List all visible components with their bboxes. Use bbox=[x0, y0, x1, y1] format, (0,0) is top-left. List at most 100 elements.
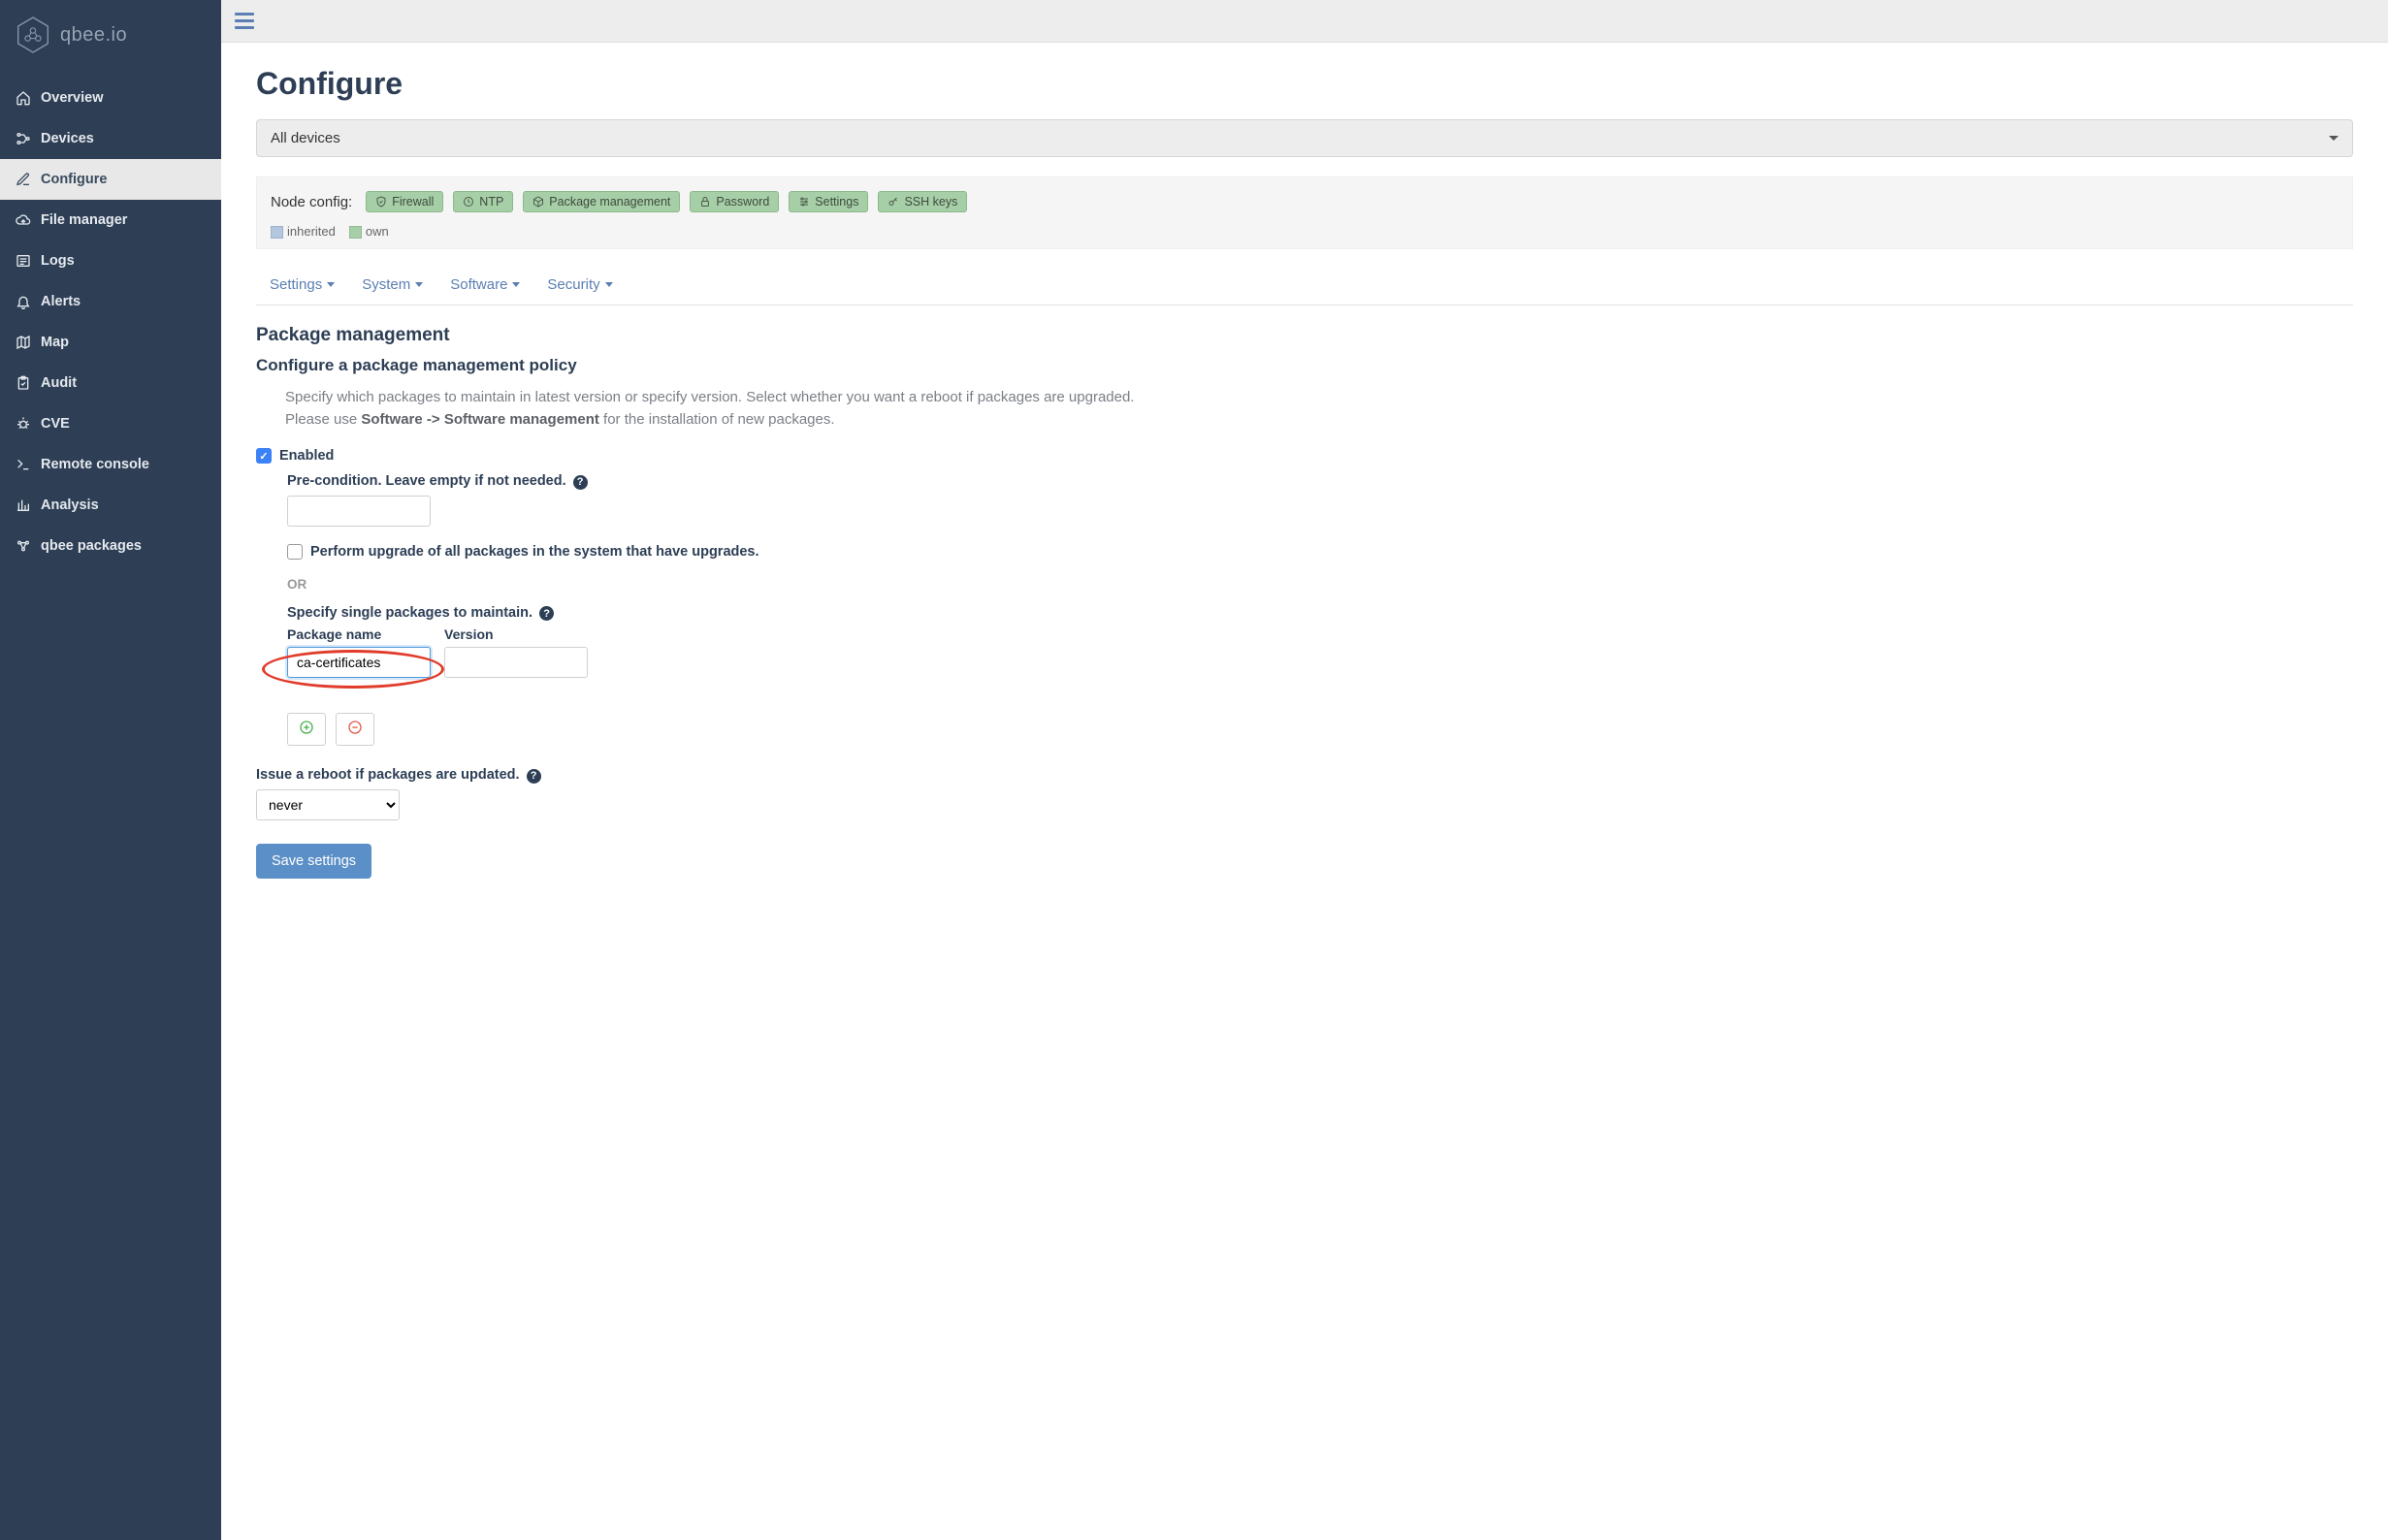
logo[interactable]: qbee.io bbox=[0, 0, 221, 78]
cloud-upload-icon bbox=[16, 212, 31, 228]
chevron-down-icon bbox=[605, 282, 613, 287]
version-label: Version bbox=[444, 626, 588, 642]
topbar bbox=[221, 0, 2388, 43]
chevron-down-icon bbox=[512, 282, 520, 287]
map-icon bbox=[16, 335, 31, 350]
package-name-label: Package name bbox=[287, 626, 431, 642]
or-label: OR bbox=[287, 577, 2353, 592]
sliders-icon bbox=[798, 196, 810, 208]
reboot-select[interactable]: never bbox=[256, 789, 400, 820]
chip-ntp[interactable]: NTP bbox=[453, 191, 513, 212]
sidebar-item-remote-console[interactable]: Remote console bbox=[0, 444, 221, 485]
package-name-input[interactable] bbox=[287, 647, 431, 678]
legend: inherited own bbox=[271, 224, 2339, 239]
logo-icon bbox=[16, 16, 50, 54]
home-icon bbox=[16, 90, 31, 106]
bell-icon bbox=[16, 294, 31, 309]
inherited-swatch bbox=[271, 226, 283, 239]
sidebar-item-alerts[interactable]: Alerts bbox=[0, 281, 221, 322]
precondition-label: Pre-condition. Leave empty if not needed… bbox=[287, 473, 2353, 490]
enabled-row[interactable]: Enabled bbox=[256, 448, 2353, 464]
scope-value: All devices bbox=[271, 130, 340, 146]
chevron-down-icon bbox=[327, 282, 335, 287]
package-row: Package name Version bbox=[287, 626, 2353, 678]
sidebar-item-analysis[interactable]: Analysis bbox=[0, 485, 221, 526]
version-input[interactable] bbox=[444, 647, 588, 678]
chip-package-management[interactable]: Package management bbox=[523, 191, 680, 212]
sidebar-label: Configure bbox=[41, 172, 107, 187]
sidebar-label: qbee packages bbox=[41, 538, 142, 554]
packages-icon bbox=[16, 538, 31, 554]
sidebar-label: File manager bbox=[41, 212, 127, 228]
section-subtitle: Configure a package management policy bbox=[256, 356, 2353, 375]
save-button[interactable]: Save settings bbox=[256, 844, 371, 879]
upgrade-all-row[interactable]: Perform upgrade of all packages in the s… bbox=[287, 544, 2353, 560]
sidebar-label: Alerts bbox=[41, 294, 81, 309]
tab-software[interactable]: Software bbox=[450, 276, 520, 293]
sidebar-label: Audit bbox=[41, 375, 77, 391]
chip-password[interactable]: Password bbox=[690, 191, 779, 212]
sidebar-label: Devices bbox=[41, 131, 94, 146]
upgrade-all-label: Perform upgrade of all packages in the s… bbox=[310, 544, 759, 560]
precondition-input[interactable] bbox=[287, 496, 431, 527]
nav-list: Overview Devices Configure File manager bbox=[0, 78, 221, 566]
sidebar-item-logs[interactable]: Logs bbox=[0, 241, 221, 281]
tabs: Settings System Software Security bbox=[256, 276, 2353, 305]
section-title: Package management bbox=[256, 325, 2353, 346]
analysis-icon bbox=[16, 497, 31, 513]
sidebar: qbee.io Overview Devices Configure bbox=[0, 0, 221, 1540]
logo-text: qbee.io bbox=[60, 24, 127, 47]
plus-circle-icon bbox=[299, 720, 314, 740]
sidebar-label: Overview bbox=[41, 90, 104, 106]
sidebar-item-overview[interactable]: Overview bbox=[0, 78, 221, 118]
chevron-down-icon bbox=[2329, 136, 2339, 141]
chip-ssh-keys[interactable]: SSH keys bbox=[878, 191, 967, 212]
sidebar-label: Logs bbox=[41, 253, 75, 269]
specify-label: Specify single packages to maintain. ? bbox=[287, 605, 2353, 622]
page-title: Configure bbox=[256, 66, 2353, 102]
node-config-label: Node config: bbox=[271, 194, 352, 210]
enabled-checkbox[interactable] bbox=[256, 448, 272, 464]
sidebar-item-configure[interactable]: Configure bbox=[0, 159, 221, 200]
own-swatch bbox=[349, 226, 362, 239]
minus-circle-icon bbox=[347, 720, 363, 740]
chip-firewall[interactable]: Firewall bbox=[366, 191, 443, 212]
list-icon bbox=[16, 253, 31, 269]
hamburger-icon[interactable] bbox=[235, 13, 254, 29]
sidebar-label: CVE bbox=[41, 416, 70, 432]
sidebar-label: Remote console bbox=[41, 457, 149, 472]
clock-icon bbox=[463, 196, 474, 208]
chip-settings[interactable]: Settings bbox=[789, 191, 868, 212]
devices-icon bbox=[16, 131, 31, 146]
sidebar-item-file-manager[interactable]: File manager bbox=[0, 200, 221, 241]
sidebar-item-qbee-packages[interactable]: qbee packages bbox=[0, 526, 221, 566]
sidebar-item-cve[interactable]: CVE bbox=[0, 403, 221, 444]
upgrade-all-checkbox[interactable] bbox=[287, 544, 303, 560]
scope-selector[interactable]: All devices bbox=[256, 119, 2353, 157]
help-icon[interactable]: ? bbox=[539, 606, 554, 621]
reboot-label: Issue a reboot if packages are updated. … bbox=[256, 767, 2353, 784]
sidebar-item-audit[interactable]: Audit bbox=[0, 363, 221, 403]
edit-icon bbox=[16, 172, 31, 187]
bug-icon bbox=[16, 416, 31, 432]
remove-package-button[interactable] bbox=[336, 713, 374, 746]
shield-check-icon bbox=[375, 196, 387, 208]
lock-icon bbox=[699, 196, 711, 208]
section-description: Specify which packages to maintain in la… bbox=[285, 387, 1178, 431]
sidebar-label: Analysis bbox=[41, 497, 99, 513]
help-icon[interactable]: ? bbox=[573, 475, 588, 490]
content: Configure All devices Node config: Firew… bbox=[221, 43, 2388, 914]
sidebar-label: Map bbox=[41, 335, 69, 350]
node-config-bar: Node config: Firewall NTP Package manage… bbox=[256, 176, 2353, 249]
add-package-button[interactable] bbox=[287, 713, 326, 746]
chevron-down-icon bbox=[415, 282, 423, 287]
tab-settings[interactable]: Settings bbox=[270, 276, 335, 293]
sidebar-item-map[interactable]: Map bbox=[0, 322, 221, 363]
key-icon bbox=[887, 196, 899, 208]
tab-security[interactable]: Security bbox=[547, 276, 612, 293]
tab-system[interactable]: System bbox=[362, 276, 423, 293]
help-icon[interactable]: ? bbox=[527, 769, 541, 784]
enabled-label: Enabled bbox=[279, 448, 334, 464]
sidebar-item-devices[interactable]: Devices bbox=[0, 118, 221, 159]
package-icon bbox=[532, 196, 544, 208]
